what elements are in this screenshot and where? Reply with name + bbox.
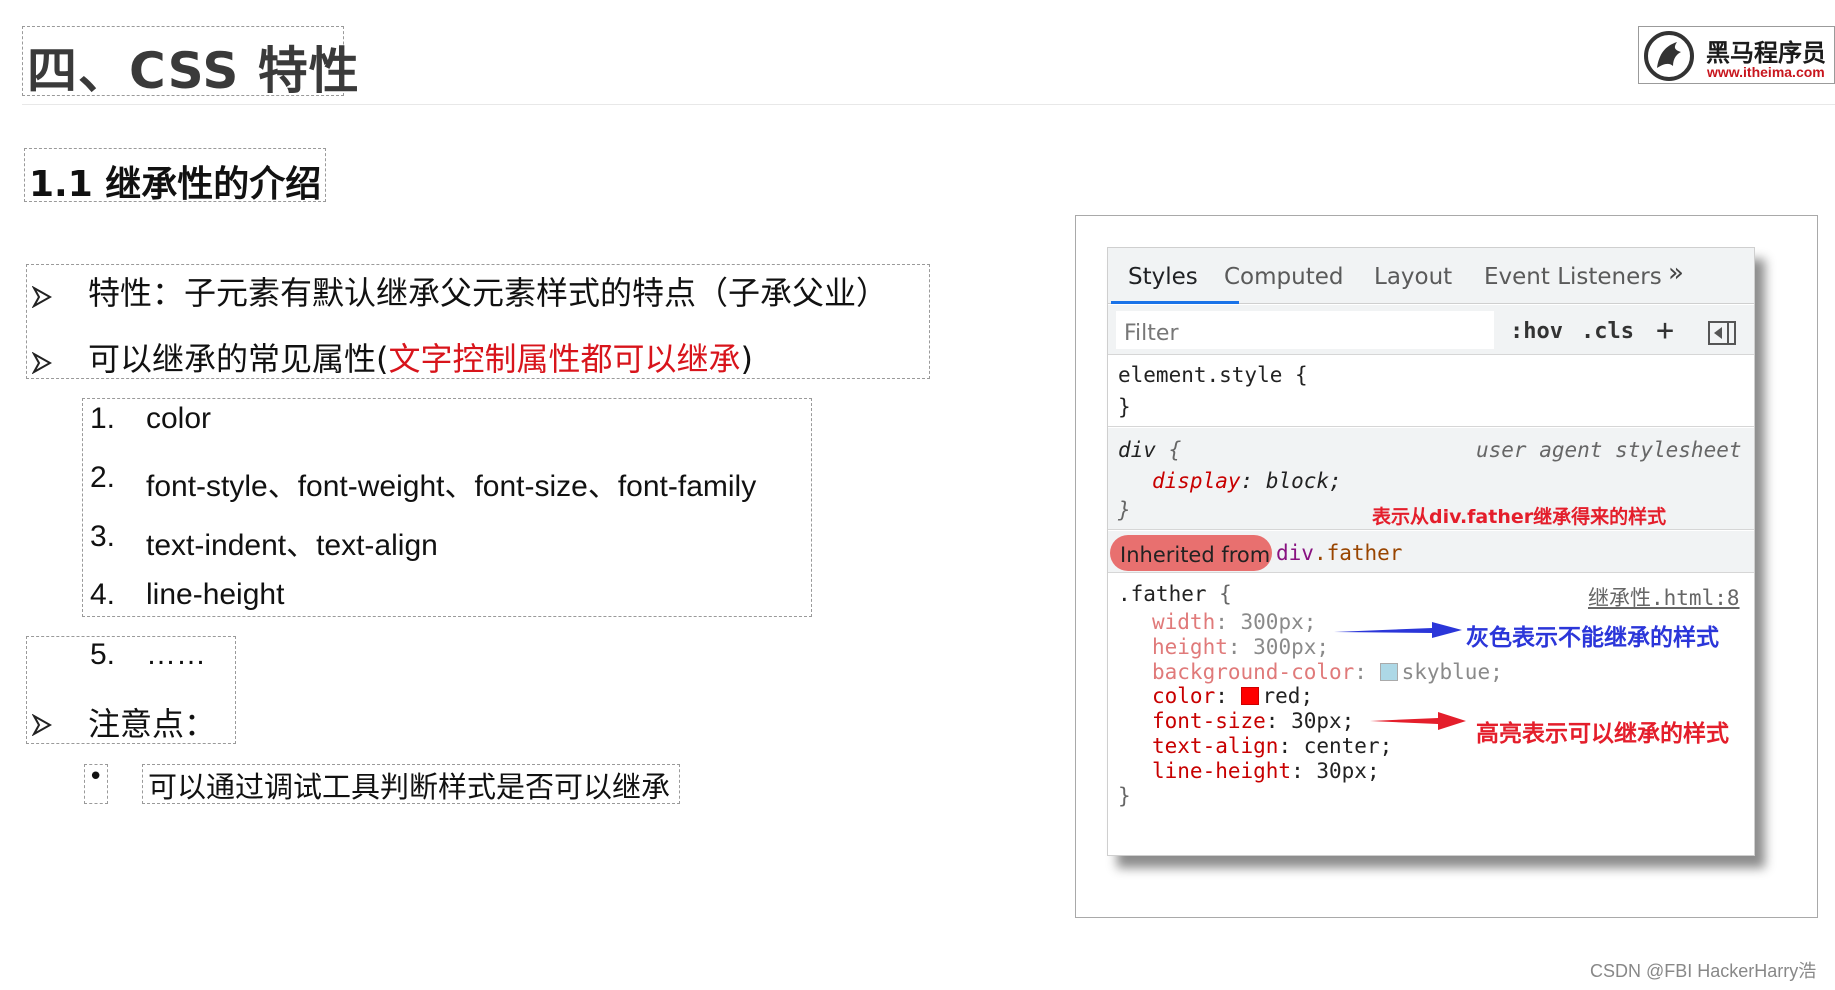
bullet-highlight: 文字控制属性都可以继承 [388,340,741,378]
decl-val: 30px; [1291,709,1355,733]
decl-prop: font-size [1152,709,1266,733]
title-box: 四、CSS 特性 [22,26,359,100]
horse-logo-icon [1644,31,1694,81]
decl-val: red; [1262,684,1314,708]
display-val: block; [1265,469,1342,493]
decl-line-height: line-height: 30px; [1152,759,1380,783]
page-title: 四、CSS 特性 [27,42,360,100]
inherited-header: Inherited from div.father [1108,531,1754,573]
element-style-selector: element.style { [1118,363,1308,387]
display-decl: display: block; [1152,469,1342,493]
decl-text-align: text-align: center; [1152,734,1393,758]
inherited-note: 表示从div.father继承得来的样式 [1372,506,1667,528]
close-brace: } [1118,498,1131,522]
subtitle-box: 1.1 继承性的介绍 [24,148,326,205]
list-item: text-indent、text-align [146,529,438,562]
active-tab-indicator [1111,301,1239,304]
list-item: …… [146,638,206,671]
inherited-class: .father [1313,541,1403,565]
blue-arrow-icon [1334,622,1462,638]
watermark: CSDN @FBI HackerHarry浩 [1590,961,1817,981]
ua-stylesheet-label: user agent stylesheet [1476,438,1742,462]
more-tabs-icon[interactable]: » [1668,258,1684,288]
element-style-section: element.style { } [1108,355,1754,427]
toggle-sidebar-icon[interactable] [1708,321,1736,345]
cls-toggle[interactable]: .cls [1581,319,1634,344]
decl-prop: width [1152,610,1216,634]
list-item: color [146,402,212,435]
decl-font-size: font-size: 30px; [1152,709,1355,733]
filter-bar: Filter :hov .cls + [1108,305,1754,355]
bullet-text-feature: 特性：子元素有默认继承父元素样式的特点（子承父业） [88,274,889,312]
decl-val: center; [1303,734,1393,758]
tab-layout[interactable]: Layout [1374,264,1452,290]
logo-text: 黑马程序员 [1706,39,1826,67]
decl-width: width: 300px; [1152,610,1317,634]
brand-logo: 黑马程序员 www.itheima.com [1638,26,1835,84]
list-number: 3. [90,520,116,553]
decl-val: 30px; [1316,759,1380,783]
father-selector: .father [1118,582,1207,606]
close-brace: } [1118,395,1131,419]
decl-prop: text-align [1152,734,1279,758]
close-brace: } [1118,784,1131,808]
devtools-tabbar: Styles Computed Layout Event Listeners » [1108,248,1754,304]
inherited-label: Inherited from [1120,543,1271,567]
decl-val: 300px; [1240,610,1317,634]
div-rule-open: div { [1118,438,1181,462]
filter-placeholder: Filter [1124,321,1179,346]
list-number: 5. [90,638,116,671]
dot-bullet-icon: • [88,762,104,792]
decl-prop: height [1152,635,1228,659]
decl-prop: color [1152,684,1216,708]
inherited-selector[interactable]: div.father [1276,541,1402,565]
tab-computed[interactable]: Computed [1224,264,1343,290]
devtools-panel: Styles Computed Layout Event Listeners »… [1107,247,1755,856]
inherited-highlight: Inherited from [1110,535,1272,571]
decl-color: color: red; [1152,684,1314,708]
open-brace: { [1168,438,1182,462]
bullet-text-inheritable: 可以继承的常见属性(文字控制属性都可以继承) [88,334,753,380]
list-number: 4. [90,578,116,611]
grey-note: 灰色表示不能继承的样式 [1466,625,1719,651]
header-divider [22,104,1835,105]
red-swatch-icon[interactable] [1240,687,1259,705]
decl-prop: line-height [1152,759,1292,783]
list-number: 1. [90,402,116,435]
list-item: font-style、font-weight、font-size、font-fa… [146,470,757,503]
decl-val: skyblue; [1401,660,1503,684]
inherited-tag: div [1276,541,1314,565]
tab-styles[interactable]: Styles [1128,264,1198,290]
decl-val: 300px; [1253,635,1330,659]
arrow-bullet-icon [32,286,52,308]
arrow-bullet-icon [32,352,52,374]
arrow-bullet-icon [32,714,52,736]
list-item: line-height [146,578,285,611]
source-link[interactable]: 继承性.html:8 [1588,582,1740,612]
tab-event-listeners[interactable]: Event Listeners [1484,264,1662,290]
decl-prop: background-color [1152,660,1355,684]
hov-toggle[interactable]: :hov [1510,319,1563,344]
bullet-prefix: 可以继承的常见属性( [88,340,389,378]
red-arrow-icon [1370,712,1466,730]
open-brace: { [1219,582,1232,606]
highlight-note: 高亮表示可以继承的样式 [1476,721,1729,747]
logo-url: www.itheima.com [1707,64,1825,80]
sub-bullet-text: 可以通过调试工具判断样式是否可以继承 [148,770,671,804]
father-rule-open: .father { [1118,582,1232,606]
section-subtitle: 1.1 继承性的介绍 [29,164,322,205]
ua-style-section: div { user agent stylesheet display: blo… [1108,428,1754,530]
bullet-text-note: 注意点： [88,705,217,743]
decl-height: height: 300px; [1152,635,1330,659]
new-rule-button[interactable]: + [1656,313,1674,348]
list-number: 2. [90,461,116,494]
father-rule-section: .father { 继承性.html:8 width: 300px; heigh… [1108,574,1754,855]
decl-background-color: background-color: skyblue; [1152,660,1503,684]
display-prop: display [1152,469,1241,493]
skyblue-swatch-icon[interactable] [1379,663,1398,681]
div-selector: div [1118,438,1156,462]
bullet-suffix: ) [740,340,753,378]
